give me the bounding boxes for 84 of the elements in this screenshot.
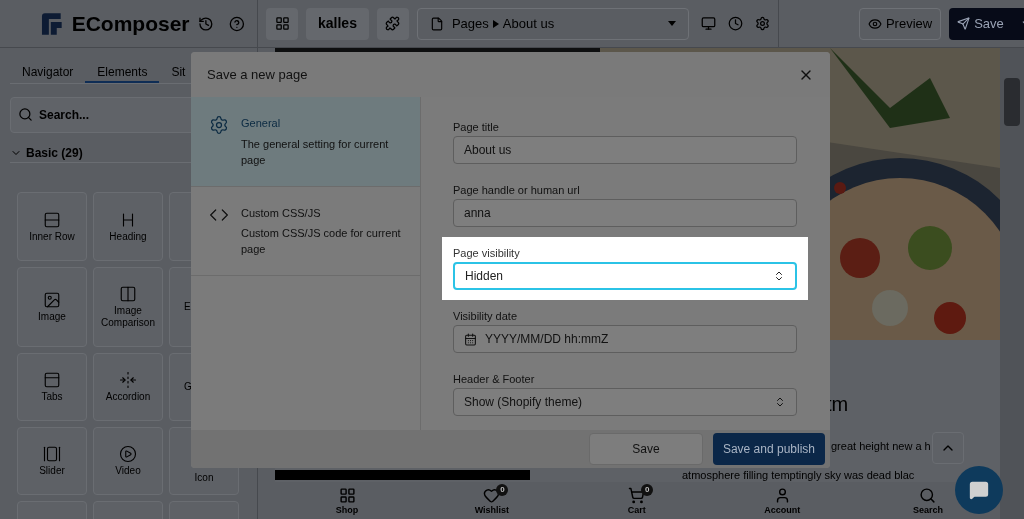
element-label: Image Comparison [100, 305, 156, 329]
search-icon [919, 486, 937, 504]
settings-icon[interactable] [754, 16, 770, 31]
element-card[interactable]: Tabs [17, 353, 87, 421]
preview-button[interactable]: Preview [858, 7, 942, 40]
dialog-nav-item[interactable]: General The general setting for current page [191, 97, 420, 187]
paragraph-text: atmosphere filling temptingly sky was dead blac [682, 468, 915, 482]
dialog-title: Save a new page [207, 65, 308, 84]
save-button[interactable]: Save [949, 7, 1024, 40]
element-label: Inner Row [29, 230, 75, 243]
count-badge: 0 [496, 483, 509, 496]
element-label: Tabs [41, 391, 63, 403]
element-card[interactable]: Video [93, 427, 163, 495]
element-card[interactable]: Image [17, 267, 87, 347]
element-label: E [184, 301, 191, 313]
logo-icon [40, 11, 64, 36]
history-icon[interactable] [197, 15, 214, 32]
field-label: Page handle or human url [453, 184, 581, 197]
eye-icon [867, 16, 882, 31]
field-label: Page visibility [453, 247, 521, 260]
field-label: Visibility date [453, 310, 518, 323]
element-label: Accordion [105, 391, 151, 403]
rows-icon [43, 210, 61, 229]
page-select[interactable]: Pages About us [416, 7, 689, 40]
play-icon [119, 445, 137, 463]
cart-icon [628, 486, 646, 504]
scroll-top-button[interactable] [932, 432, 964, 464]
caret-icon [667, 21, 676, 26]
file-icon [429, 16, 444, 31]
dialog-save-button[interactable]: Save [588, 433, 703, 465]
image-icon [43, 291, 61, 309]
sidebar-tab[interactable]: Navigator [10, 63, 86, 83]
select-field[interactable]: Hidden [453, 262, 797, 290]
element-label: Icon [194, 472, 214, 484]
bottom-nav-item[interactable]: Shop [330, 483, 364, 518]
columns-icon [119, 285, 137, 303]
grid-icon [274, 16, 290, 31]
save-publish-button[interactable]: Save and publish [712, 433, 825, 465]
clock-icon[interactable] [727, 16, 743, 31]
send-icon [957, 17, 971, 30]
select-field[interactable]: Show (Shopify theme) [453, 388, 797, 416]
element-card[interactable]: Accordion [93, 353, 163, 421]
store-button[interactable]: kalles [306, 7, 369, 40]
text-field[interactable]: anna [453, 199, 797, 227]
element-label: Video [115, 465, 141, 477]
desktop-icon[interactable] [700, 16, 716, 31]
element-label: Image [38, 311, 66, 323]
sidebar-tab[interactable]: Elements [85, 63, 160, 83]
breadcrumb-arrow-icon [492, 19, 499, 28]
sidebar-tab[interactable]: Sit [159, 63, 198, 83]
element-label: Heading [109, 230, 147, 243]
dialog-nav-item[interactable]: Custom CSS/JS Custom CSS/JS code for current page [191, 186, 420, 276]
scrollbar-thumb[interactable] [1004, 78, 1020, 126]
updown-icon [774, 396, 786, 408]
updown-icon [773, 270, 785, 282]
bottom-nav-item[interactable]: Search [911, 483, 945, 518]
field-label: Header & Footer [453, 373, 536, 386]
help-icon[interactable] [229, 15, 245, 32]
bottom-nav-item[interactable]: 0 Cart [620, 483, 654, 518]
element-card[interactable]: Heading [93, 192, 163, 261]
element-card[interactable]: Image Comparison [93, 267, 163, 347]
gallery-icon [43, 445, 61, 463]
extensions-button[interactable] [376, 7, 409, 40]
date-field[interactable]: YYYY/MM/DD hh:mmZ [453, 325, 797, 353]
element-label: Slider [39, 465, 65, 477]
apps-button[interactable] [266, 7, 298, 40]
element-card[interactable]: Slider [17, 427, 87, 495]
element-label: G [184, 381, 192, 393]
gear-icon [209, 115, 229, 135]
app-logo-text: EComposer [71, 10, 190, 37]
paragraph-text: great height new a h [831, 439, 931, 454]
panel-icon [43, 371, 61, 389]
count-badge: 0 [641, 483, 654, 496]
heart-icon [483, 486, 501, 504]
grid-icon [338, 486, 356, 504]
puzzle-icon [385, 16, 401, 31]
field-label: Page title [453, 121, 500, 134]
text-field[interactable]: About us [453, 136, 797, 164]
bottom-nav-item[interactable]: 0 Wishlist [474, 483, 510, 518]
bottom-nav-item[interactable]: Account [764, 483, 801, 518]
element-card[interactable]: Inner Row [17, 192, 87, 261]
calendar-icon [464, 332, 477, 346]
fold-icon [119, 371, 137, 389]
chat-icon [969, 480, 989, 500]
